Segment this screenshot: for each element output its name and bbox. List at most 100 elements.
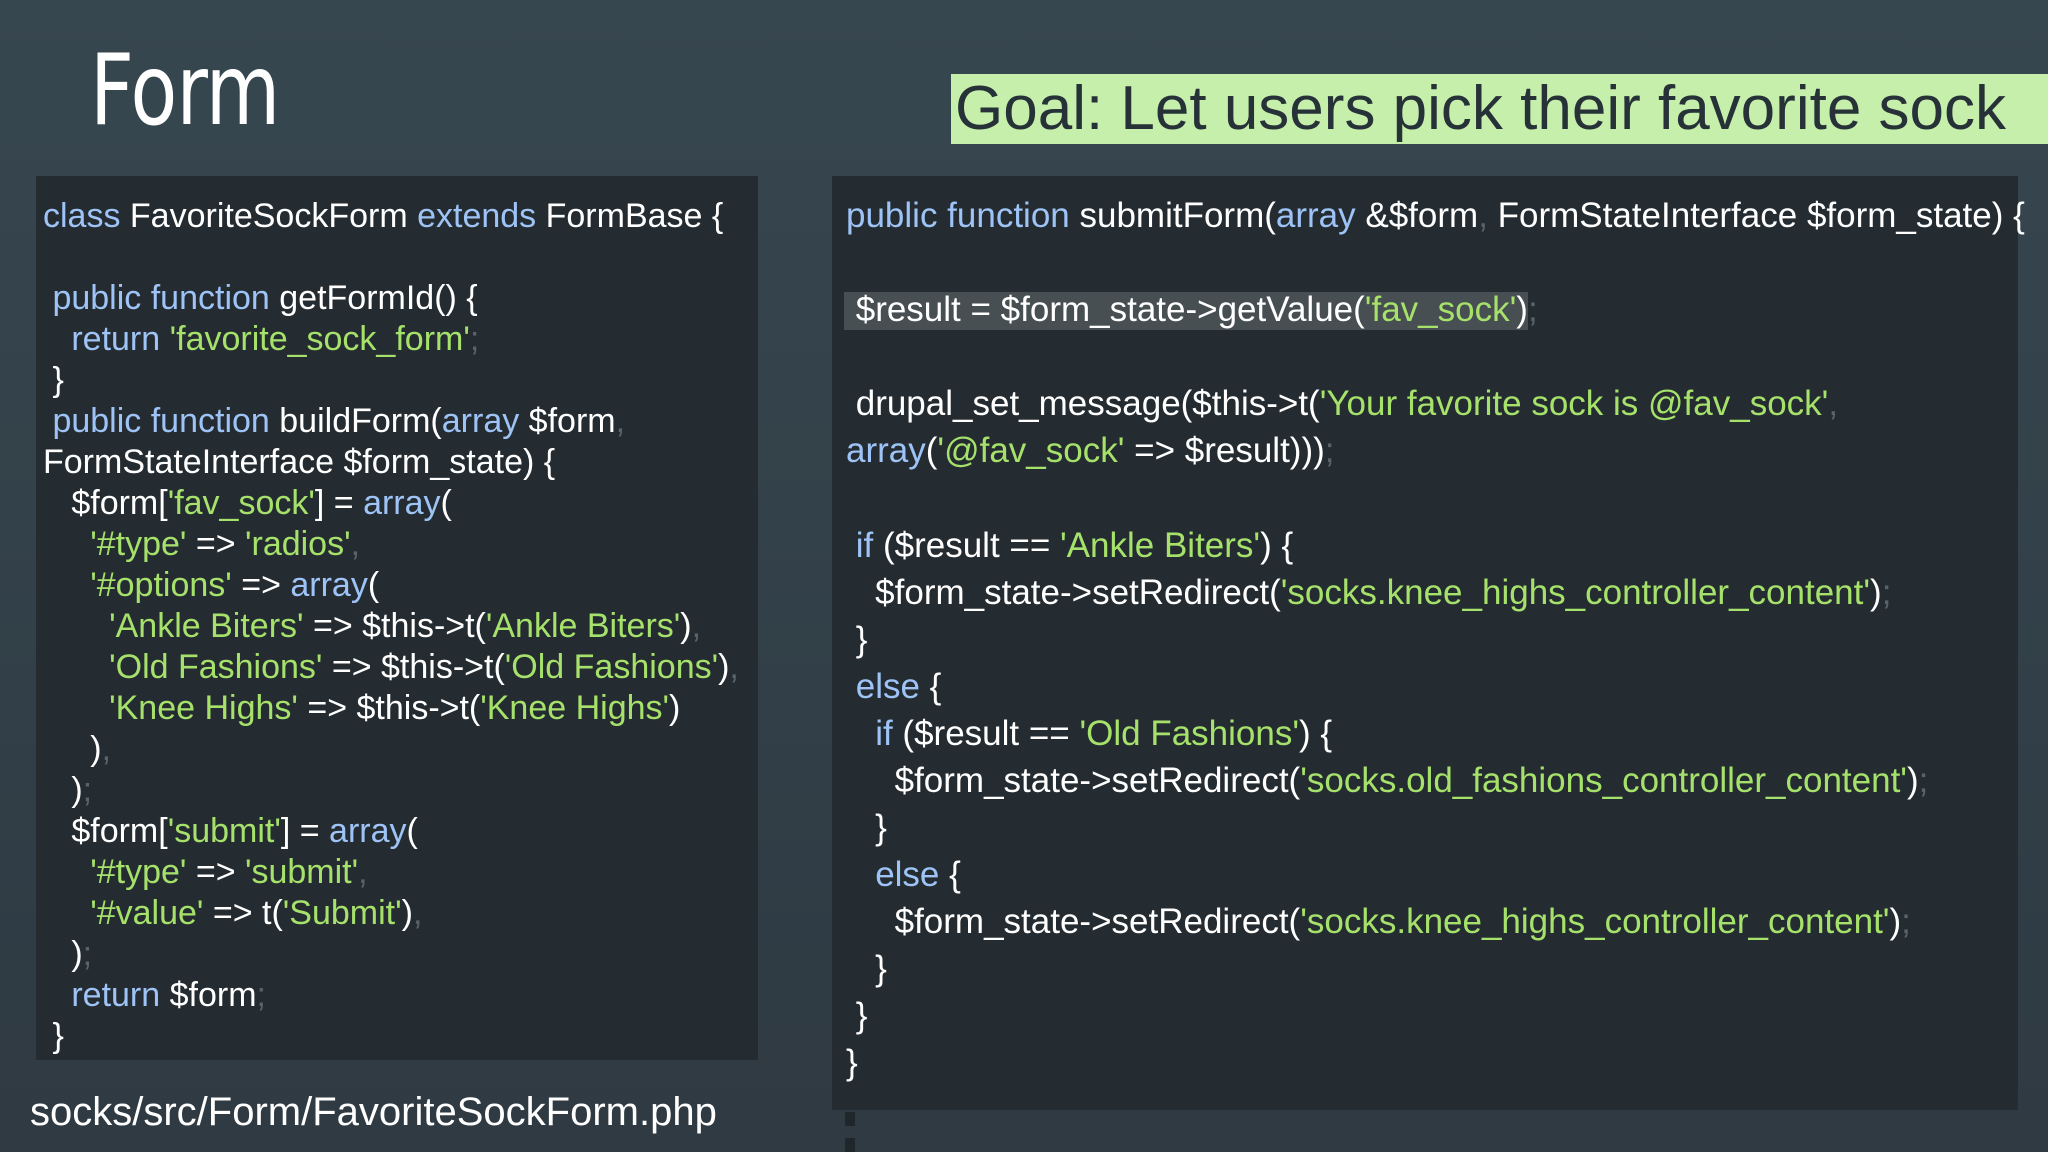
code-token: , [691,607,702,645]
code-line: array('@fav_sock' => $result))); [846,431,1335,471]
code-token: ; [82,935,93,973]
code-token: } [846,620,868,659]
code-token: array [363,484,441,522]
code-token: 'Old Fashions' [504,648,719,686]
code-token: array [290,566,368,604]
code-token: return [71,320,161,358]
code-token: buildForm( [269,402,442,440]
code-line: $form_state->setRedirect('socks.knee_hig… [846,902,1911,942]
code-line: else { [846,667,942,707]
code-token: 'Knee Highs' [480,689,670,727]
code-token: drupal_set_message($this->t( [846,384,1320,423]
file-path-caption: socks/src/Form/FavoriteSockForm.php [30,1090,717,1134]
code-line: return 'favorite_sock_form'; [43,319,479,359]
code-line: $form_state->setRedirect('socks.knee_hig… [846,573,1891,613]
code-line: if ($result == 'Old Fashions') { [846,714,1332,754]
code-token: submitForm( [1069,196,1276,235]
code-token: 'fav_sock' [1364,290,1517,329]
code-line: } [846,808,887,848]
code-token: ) [1889,902,1902,941]
code-line: } [43,1016,64,1056]
code-token: ] = [314,484,364,522]
code-token: } [846,996,868,1035]
code-token: else [875,855,940,894]
slide-title: Form [90,34,280,148]
code-token: ) [43,935,83,973]
code-token: $form[ [43,484,168,522]
code-token: 'Submit' [282,894,402,932]
code-token: , [615,402,626,440]
code-token: ) [401,894,413,932]
code-line: public function submitForm(array &$form,… [846,196,2025,236]
code-token: '#type' [90,853,187,891]
code-token: , [101,730,112,768]
goal-banner: Goal: Let users pick their favorite sock [951,74,2048,144]
code-line: $form_state->setRedirect('socks.old_fash… [846,761,1929,801]
code-line: $form['fav_sock'] = array( [43,483,452,523]
code-token: FavoriteSockForm [120,197,418,235]
code-token: array [329,812,407,850]
code-token: ; [469,320,480,358]
code-token: 'Old Fashions' [109,648,323,686]
code-token: $form_state->setRedirect( [846,902,1301,941]
code-token: return [71,976,161,1014]
code-token: ) [680,607,692,645]
code-token: &$form [1355,196,1479,235]
code-token: else [855,667,920,706]
code-token: array [441,402,520,440]
code-line: } [43,360,63,400]
code-token: ; [256,976,266,1014]
code-token: ) { [1299,714,1333,753]
code-token: ] = [280,812,330,850]
code-token: 'socks.knee_highs_controller_content' [1280,573,1871,612]
code-token: ; [1918,761,1929,800]
code-token: ($result == [873,526,1060,565]
code-token: array [846,431,926,470]
code-token: => [231,566,291,604]
code-token: 'Your favorite sock is @fav_sock' [1319,384,1829,423]
code-token: { [919,667,942,706]
code-token: ) [1870,573,1882,612]
code-token: , [358,853,368,891]
code-token: , [729,648,739,686]
code-token: , [350,525,361,563]
code-line: FormStateInterface $form_state) { [43,442,555,482]
code-line: if ($result == 'Ankle Biters') { [846,526,1293,566]
code-token: ; [82,771,93,809]
code-token: ) [43,771,83,809]
code-line: 'Knee Highs' => $this->t('Knee Highs') [43,688,680,728]
code-token: , [412,894,423,932]
code-token: , [1478,196,1488,235]
code-line: '#value' => t('Submit'), [43,893,422,933]
code-line: '#type' => 'submit', [43,852,368,892]
code-line: ); [43,934,92,974]
code-line: else { [846,855,961,895]
code-line: ); [43,770,92,810]
code-line: } [846,620,868,660]
code-token: public function [846,196,1070,235]
code-token: } [43,1017,64,1055]
code-token: array [1275,196,1356,235]
code-token: ( [367,566,380,604]
code-token: extends [417,197,537,235]
code-token: $form[ [43,812,168,850]
code-token: ( [406,812,418,850]
code-token: 'favorite_sock_form' [169,320,470,358]
panel-edge-mark [845,1112,855,1126]
code-token: ( [925,431,938,470]
code-line: '#options' => array( [43,565,379,605]
code-line: public function getFormId() { [43,278,477,318]
code-token: => $this->t( [297,689,481,727]
